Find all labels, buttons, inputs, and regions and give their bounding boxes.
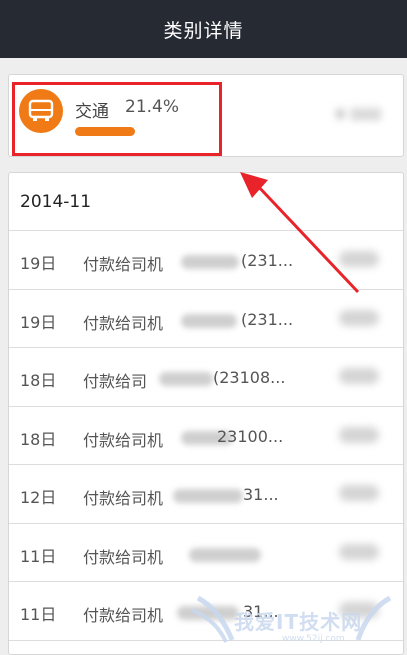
transaction-row[interactable]: 18日 付款给司 (23108... [9, 348, 403, 407]
transaction-day: 11日 [20, 546, 57, 566]
transaction-amount-redacted [339, 485, 379, 501]
transaction-description: 付款给司机 [83, 313, 164, 333]
site-watermark: 我爱IT技术网 www.52ij.com [190, 580, 400, 650]
transaction-day: 12日 [20, 488, 57, 507]
page-title: 类别详情 [0, 0, 407, 58]
transaction-row[interactable]: 12日 付款给司机 31... [9, 465, 403, 524]
transaction-redaction [159, 372, 213, 386]
transaction-description: 付款给司机 [83, 430, 164, 450]
transaction-row[interactable]: 11日 付款给司机 [9, 524, 403, 582]
transaction-amount-redacted [339, 368, 379, 384]
transaction-row[interactable]: 19日 付款给司机 (231... [9, 290, 403, 348]
transaction-redaction [189, 547, 261, 562]
transaction-day: 19日 [20, 312, 57, 332]
transaction-description: 付款给司 [83, 372, 148, 391]
transaction-description-tail: (231... [241, 309, 294, 329]
transaction-day: 18日 [20, 429, 57, 449]
watermark-text: 我爱IT技术网 [234, 610, 363, 634]
transaction-amount-redacted [339, 543, 379, 560]
watermark-url: www.52ij.com [282, 634, 345, 644]
transaction-description-tail: (23108... [213, 368, 286, 387]
transaction-description: 付款给司机 [83, 547, 164, 567]
transaction-amount-redacted [339, 251, 379, 267]
transaction-description-tail: (231... [241, 251, 294, 270]
month-header: 2014-11 [9, 173, 403, 231]
transaction-day: 19日 [20, 254, 57, 273]
transaction-description: 付款给司机 [83, 489, 164, 508]
transaction-day: 18日 [20, 371, 57, 390]
transaction-description: 付款给司机 [83, 606, 164, 625]
transaction-description-tail: 31... [243, 485, 279, 504]
transaction-description: 付款给司机 [83, 255, 164, 274]
transaction-redaction [173, 489, 243, 503]
transaction-redaction [181, 255, 239, 269]
transaction-amount-redacted [339, 426, 379, 443]
transaction-description-tail: 23100... [217, 426, 284, 446]
transaction-redaction [181, 313, 237, 328]
transaction-row[interactable]: 18日 付款给司机 23100... [9, 407, 403, 465]
transaction-row[interactable]: 19日 付款给司机 (231... [9, 231, 403, 290]
annotation-highlight-box [12, 82, 222, 156]
category-amount-redacted: ¥ 000 [335, 105, 381, 124]
transaction-day: 11日 [20, 605, 57, 624]
transaction-amount-redacted [339, 309, 379, 326]
